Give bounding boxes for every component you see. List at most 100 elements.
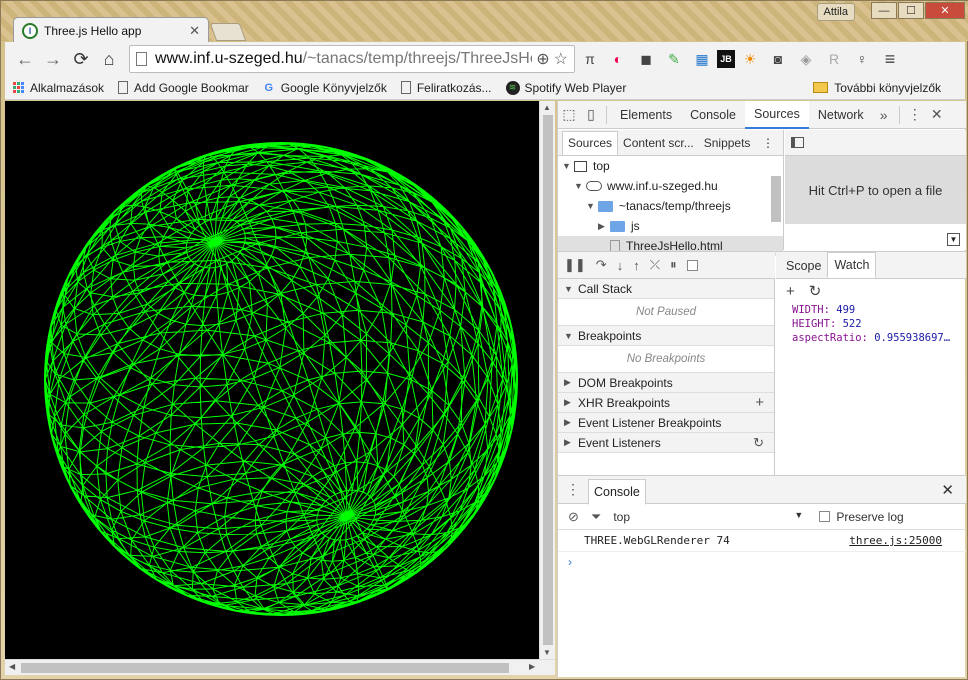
extension-camera-icon[interactable]: ◙	[765, 46, 791, 72]
event-listener-breakpoints-header[interactable]: ▶ Event Listener Breakpoints	[558, 413, 774, 433]
reload-button[interactable]: ⟳	[67, 45, 95, 73]
pause-icon[interactable]: ❚❚	[564, 257, 586, 273]
extension-grid-icon[interactable]: ▦	[689, 46, 715, 72]
navigator-menu-icon[interactable]: ⋮	[757, 136, 779, 150]
async-checkbox[interactable]	[686, 259, 698, 271]
tab-three-js-hello[interactable]: I Three.js Hello app ✕	[13, 17, 209, 43]
call-stack-header[interactable]: ▼ Call Stack	[558, 279, 774, 299]
extension-jetbrains-icon[interactable]: JB	[717, 50, 735, 68]
bookmark-label: Spotify Web Player	[524, 80, 627, 95]
page-icon	[118, 81, 129, 94]
toggle-debugger-icon[interactable]: ▼	[947, 233, 960, 246]
refresh-watch-icon[interactable]: ↻	[809, 282, 822, 300]
address-bar[interactable]: www.inf.u-szeged.hu /~tanacs/temp/threej…	[129, 45, 575, 73]
zoom-icon[interactable]: ⊕	[536, 49, 549, 69]
horizontal-scrollbar[interactable]: ◀ ▶	[5, 659, 555, 675]
extension-weather-icon[interactable]: ☀	[737, 46, 763, 72]
window-controls: — ☐ ✕	[871, 2, 965, 19]
tree-item-top[interactable]: ▼ top	[558, 156, 783, 176]
tree-item-folder-threejs[interactable]: ▼ ~tanacs/temp/threejs	[558, 196, 783, 216]
pause-on-exceptions-icon[interactable]: ⏸	[670, 257, 677, 273]
refresh-icon[interactable]: ↻	[753, 435, 764, 451]
extension-lightbulb-icon[interactable]: ♀	[849, 46, 875, 72]
watch-item[interactable]: HEIGHT: 522	[792, 317, 966, 331]
collapse-icon[interactable]: ▶	[598, 221, 610, 232]
dom-breakpoints-header[interactable]: ▶ DOM Breakpoints	[558, 373, 774, 393]
close-window-button[interactable]: ✕	[925, 2, 965, 19]
bookmark-other[interactable]: További könyvjelzők	[813, 81, 941, 95]
tab-scope[interactable]: Scope	[780, 254, 827, 278]
inspect-icon[interactable]: ⬚	[558, 101, 580, 129]
clear-console-icon[interactable]: ⊘	[568, 509, 579, 525]
scroll-thumb[interactable]	[543, 115, 553, 645]
close-devtools-icon[interactable]: ✕	[926, 101, 948, 129]
extension-r-icon[interactable]: R	[821, 46, 847, 72]
scroll-left-icon[interactable]: ◀	[9, 662, 15, 671]
context-selector[interactable]: top ▼	[613, 510, 803, 524]
extension-evernote-icon[interactable]: ✎	[661, 46, 687, 72]
bookmark-feliratkozas[interactable]: Feliratkozás...	[400, 81, 492, 95]
bookmark-star-icon[interactable]: ☆	[554, 49, 568, 69]
subtab-snippets[interactable]: Snippets	[699, 136, 756, 150]
tab-elements[interactable]: Elements	[611, 101, 681, 129]
expand-icon[interactable]: ▼	[574, 181, 586, 191]
maximize-button[interactable]: ☐	[898, 2, 924, 19]
step-out-icon[interactable]: ↑	[633, 258, 640, 273]
debugger-sidebar: ▼ Call Stack Not Paused ▼ Breakpoints No B…	[558, 279, 775, 475]
forward-button[interactable]: →	[39, 45, 67, 73]
profile-button[interactable]: Attila	[816, 3, 855, 21]
webgl-canvas[interactable]	[5, 101, 539, 659]
scroll-right-icon[interactable]: ▶	[529, 662, 535, 671]
vertical-scrollbar[interactable]: ▲ ▼	[539, 101, 555, 659]
new-tab-button[interactable]	[209, 23, 247, 41]
drawer-menu-icon[interactable]: ⋮	[558, 481, 588, 498]
filter-icon[interactable]: ⏷	[591, 509, 601, 525]
add-xhr-breakpoint-icon[interactable]: +	[755, 394, 764, 411]
close-tab-icon[interactable]: ✕	[189, 23, 200, 39]
tab-watch[interactable]: Watch	[827, 252, 877, 278]
chrome-menu-icon[interactable]: ≡	[877, 46, 903, 72]
source-link[interactable]: three.js:25000	[849, 534, 942, 547]
device-mode-icon[interactable]: ▯	[580, 101, 602, 129]
preserve-log-checkbox[interactable]	[819, 511, 831, 522]
toggle-navigator-icon[interactable]	[791, 137, 804, 148]
scroll-up-icon[interactable]: ▲	[543, 103, 551, 112]
bookmark-spotify[interactable]: ≋ Spotify Web Player	[505, 80, 627, 95]
console-prompt[interactable]: ›	[558, 552, 966, 572]
expand-icon[interactable]: ▼	[586, 201, 598, 211]
bookmark-google-konyvjelzok[interactable]: G Google Könyvjelzők	[263, 81, 386, 95]
extension-pocket-icon[interactable]: ◼	[633, 46, 659, 72]
subtab-sources[interactable]: Sources	[562, 130, 619, 155]
scroll-down-icon[interactable]: ▼	[543, 648, 551, 657]
tab-network[interactable]: Network	[809, 101, 873, 129]
tab-console[interactable]: Console	[681, 101, 745, 129]
subtab-content-scripts[interactable]: Content scr...	[618, 136, 699, 150]
extension-pi-icon[interactable]: π	[577, 46, 603, 72]
bookmark-add-google[interactable]: Add Google Bookmar	[118, 81, 249, 95]
xhr-breakpoints-header[interactable]: ▶ XHR Breakpoints +	[558, 393, 774, 413]
more-tabs-icon[interactable]: »	[873, 101, 895, 129]
back-button[interactable]: ←	[11, 45, 39, 73]
deactivate-breakpoints-icon[interactable]: ⤫	[650, 257, 660, 273]
step-into-icon[interactable]: ↓	[617, 258, 624, 273]
bookmark-apps[interactable]: Alkalmazások	[13, 81, 104, 95]
breakpoints-header[interactable]: ▼ Breakpoints	[558, 326, 774, 346]
devtools-menu-icon[interactable]: ⋮	[904, 101, 926, 129]
watch-item[interactable]: aspectRatio: 0.955938697…	[792, 331, 966, 345]
tree-item-folder-js[interactable]: ▶ js	[558, 216, 783, 236]
close-drawer-icon[interactable]: ✕	[941, 481, 954, 499]
minimize-button[interactable]: —	[871, 2, 897, 19]
scroll-thumb[interactable]	[21, 663, 509, 673]
step-over-icon[interactable]: ↷	[596, 257, 607, 273]
expand-icon[interactable]: ▼	[562, 161, 574, 171]
extension-color-picker-icon[interactable]: ◐	[605, 46, 631, 72]
watch-item[interactable]: WIDTH: 499	[792, 303, 966, 317]
extension-dropbox-icon[interactable]: ◈	[793, 46, 819, 72]
home-button[interactable]: ⌂	[95, 45, 123, 73]
tree-item-domain[interactable]: ▼ www.inf.u-szeged.hu	[558, 176, 783, 196]
event-listeners-header[interactable]: ▶ Event Listeners ↻	[558, 433, 774, 453]
tab-sources[interactable]: Sources	[744, 100, 809, 129]
tab-console-drawer[interactable]: Console	[588, 478, 646, 505]
add-watch-icon[interactable]: +	[786, 283, 795, 300]
navigator-scrollbar[interactable]	[771, 170, 781, 248]
